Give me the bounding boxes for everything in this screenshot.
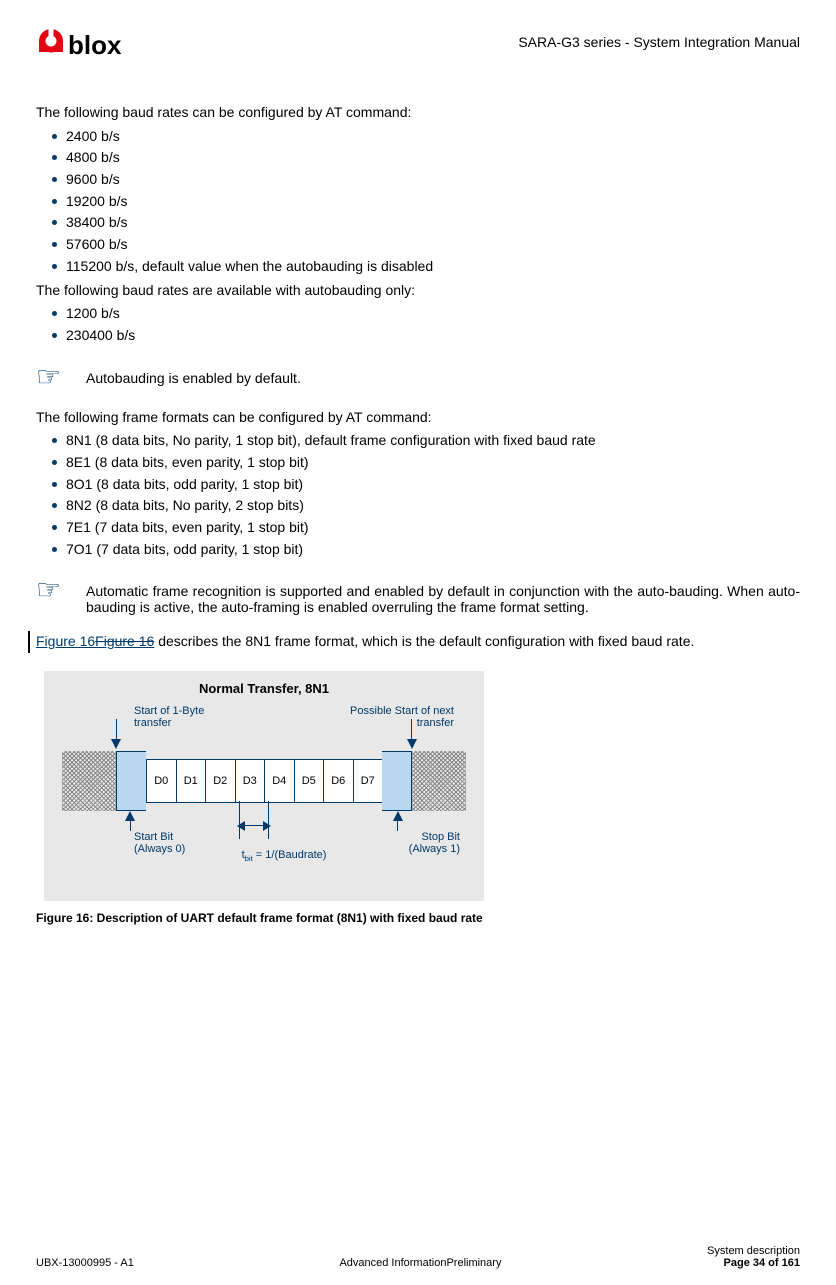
data-bit: D6: [323, 759, 354, 803]
hatch-region: [62, 751, 116, 811]
list-item: 57600 b/s: [52, 234, 800, 256]
revision-marked-paragraph: Figure 16Figure 16 describes the 8N1 fra…: [36, 631, 800, 653]
arrow-up-icon: [125, 811, 135, 821]
document-title: SARA-G3 series - System Integration Manu…: [518, 28, 800, 50]
figure-link-old: Figure 16: [95, 633, 154, 649]
list-item: 7E1 (7 data bits, even parity, 1 stop bi…: [52, 517, 800, 539]
stop-bit-cell: [382, 751, 412, 811]
start-bit-cell: [116, 751, 146, 811]
baud-list-auto: 1200 b/s 230400 b/s: [36, 303, 800, 346]
list-item: 1200 b/s: [52, 303, 800, 325]
figure-reference-text: Figure 16Figure 16 describes the 8N1 fra…: [36, 631, 800, 653]
arrow-line: [411, 719, 412, 741]
data-bit: D1: [176, 759, 207, 803]
data-bit: D3: [235, 759, 266, 803]
list-item: 38400 b/s: [52, 212, 800, 234]
change-bar-icon: [28, 631, 30, 653]
page-header: blox SARA-G3 series - System Integration…: [36, 28, 800, 72]
logo: blox: [36, 28, 156, 72]
list-item: 115200 b/s, default value when the autob…: [52, 256, 800, 278]
footer-doc-id: UBX-13000995 - A1: [36, 1257, 134, 1269]
data-bit: D7: [353, 759, 384, 803]
list-item: 4800 b/s: [52, 147, 800, 169]
list-item: 7O1 (7 data bits, odd parity, 1 stop bit…: [52, 539, 800, 561]
footer-status: Advanced InformationPreliminary: [339, 1257, 501, 1269]
tbit-label: tbit = 1/(Baudrate): [224, 849, 344, 863]
data-bit: D4: [264, 759, 295, 803]
list-item: 9600 b/s: [52, 169, 800, 191]
waveform-row: D0 D1 D2 D3 D4 D5 D6 D7: [62, 751, 466, 811]
baud-list-config: 2400 b/s 4800 b/s 9600 b/s 19200 b/s 384…: [36, 126, 800, 278]
arrow-down-icon: [111, 739, 121, 749]
data-bit: D0: [146, 759, 177, 803]
arrow-down-icon: [407, 739, 417, 749]
footer-page-number: Page 34 of 161: [707, 1257, 800, 1269]
arrow-line: [116, 719, 117, 741]
pointing-hand-icon: ☞: [36, 363, 68, 391]
svg-text:blox: blox: [68, 30, 122, 60]
start-transfer-label: Start of 1-Byte transfer: [134, 705, 234, 729]
uart-frame-diagram: Normal Transfer, 8N1 Start of 1-Byte tra…: [44, 671, 484, 901]
page-footer: UBX-13000995 - A1 Advanced InformationPr…: [36, 1245, 800, 1269]
note-autobauding: ☞ Autobauding is enabled by default.: [36, 363, 800, 391]
list-item: 8E1 (8 data bits, even parity, 1 stop bi…: [52, 452, 800, 474]
arrow-up-icon: [393, 811, 403, 821]
intro-frame: The following frame formats can be confi…: [36, 407, 800, 429]
next-transfer-label: Possible Start of next transfer: [344, 705, 454, 729]
start-bit-label: Start Bit (Always 0): [134, 831, 185, 855]
frame-list: 8N1 (8 data bits, No parity, 1 stop bit)…: [36, 430, 800, 560]
data-bit: D5: [294, 759, 325, 803]
data-bits-row: D0 D1 D2 D3 D4 D5 D6 D7: [146, 759, 382, 803]
diagram-title: Normal Transfer, 8N1: [44, 681, 484, 696]
list-item: 8N2 (8 data bits, No parity, 2 stop bits…: [52, 495, 800, 517]
footer-section: System description: [707, 1245, 800, 1257]
note-autoframing: ☞ Automatic frame recognition is support…: [36, 576, 800, 615]
figure-caption: Figure 16: Description of UART default f…: [36, 911, 800, 925]
figure-link-new[interactable]: Figure 16: [36, 633, 95, 649]
list-item: 19200 b/s: [52, 191, 800, 213]
pointing-hand-icon: ☞: [36, 576, 68, 604]
intro-baud-config: The following baud rates can be configur…: [36, 102, 800, 124]
list-item: 2400 b/s: [52, 126, 800, 148]
data-bit: D2: [205, 759, 236, 803]
tbit-span-marker: [239, 821, 269, 831]
note-text: Autobauding is enabled by default.: [86, 363, 800, 386]
list-item: 8N1 (8 data bits, No parity, 1 stop bit)…: [52, 430, 800, 452]
note-text: Automatic frame recognition is supported…: [86, 576, 800, 615]
figure-ref-rest: describes the 8N1 frame format, which is…: [154, 633, 694, 649]
stop-bit-label: Stop Bit (Always 1): [409, 831, 460, 855]
list-item: 230400 b/s: [52, 325, 800, 347]
list-item: 8O1 (8 data bits, odd parity, 1 stop bit…: [52, 474, 800, 496]
hatch-region: [412, 751, 466, 811]
intro-baud-auto: The following baud rates are available w…: [36, 280, 800, 302]
